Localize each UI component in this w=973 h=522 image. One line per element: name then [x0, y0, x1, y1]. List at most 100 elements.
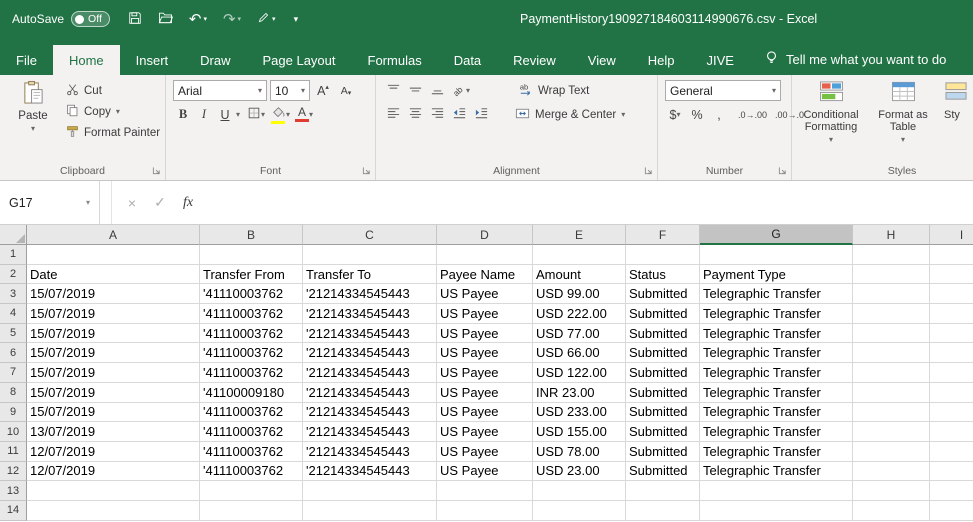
bold-button[interactable]: B	[173, 104, 193, 125]
tab-jive[interactable]: JIVE	[691, 45, 750, 75]
cell-H9[interactable]	[853, 403, 930, 423]
cell-H13[interactable]	[853, 481, 930, 501]
cell-H1[interactable]	[853, 245, 930, 265]
cell-G6[interactable]: Telegraphic Transfer	[700, 343, 853, 363]
cell-D11[interactable]: US Payee	[437, 442, 533, 462]
align-center-button[interactable]	[405, 104, 425, 125]
decrease-font-size-button[interactable]: A▾	[336, 80, 356, 101]
format-as-table-button[interactable]: Format as Table ▾	[868, 80, 938, 146]
tab-insert[interactable]: Insert	[120, 45, 185, 75]
cell-H11[interactable]	[853, 442, 930, 462]
cell-D13[interactable]	[437, 481, 533, 501]
cell-I8[interactable]	[930, 383, 973, 403]
cell-A12[interactable]: 12/07/2019	[27, 462, 200, 482]
cell-B1[interactable]	[200, 245, 303, 265]
cell-A2[interactable]: Date	[27, 265, 200, 285]
row-header-5[interactable]: 5	[0, 324, 27, 344]
tab-file[interactable]: File	[0, 45, 53, 75]
cell-I2[interactable]	[930, 265, 973, 285]
comma-style-button[interactable]: ,	[709, 104, 729, 125]
align-middle-button[interactable]	[405, 80, 425, 101]
row-header-10[interactable]: 10	[0, 422, 27, 442]
cell-D8[interactable]: US Payee	[437, 383, 533, 403]
font-size-select[interactable]: 10▾	[270, 80, 310, 101]
cell-I3[interactable]	[930, 284, 973, 304]
cell-G7[interactable]: Telegraphic Transfer	[700, 363, 853, 383]
cut-button[interactable]: Cut	[62, 80, 164, 101]
cell-E2[interactable]: Amount	[533, 265, 626, 285]
cell-I1[interactable]	[930, 245, 973, 265]
cell-E5[interactable]: USD 77.00	[533, 324, 626, 344]
cell-A3[interactable]: 15/07/2019	[27, 284, 200, 304]
cell-B5[interactable]: '41110003762	[200, 324, 303, 344]
cell-A10[interactable]: 13/07/2019	[27, 422, 200, 442]
cell-H2[interactable]	[853, 265, 930, 285]
cell-F4[interactable]: Submitted	[626, 304, 700, 324]
cell-G1[interactable]	[700, 245, 853, 265]
cell-E13[interactable]	[533, 481, 626, 501]
cell-B8[interactable]: '41100009180	[200, 383, 303, 403]
borders-button[interactable]: ▾	[245, 104, 267, 125]
cell-F11[interactable]: Submitted	[626, 442, 700, 462]
cell-D6[interactable]: US Payee	[437, 343, 533, 363]
cell-F5[interactable]: Submitted	[626, 324, 700, 344]
cell-I4[interactable]	[930, 304, 973, 324]
cell-C11[interactable]: '21214334545443	[303, 442, 437, 462]
cell-A13[interactable]	[27, 481, 200, 501]
cell-G5[interactable]: Telegraphic Transfer	[700, 324, 853, 344]
cell-C14[interactable]	[303, 501, 437, 521]
tab-data[interactable]: Data	[438, 45, 497, 75]
cell-G11[interactable]: Telegraphic Transfer	[700, 442, 853, 462]
cell-G13[interactable]	[700, 481, 853, 501]
cell-F1[interactable]	[626, 245, 700, 265]
cell-B13[interactable]	[200, 481, 303, 501]
wrap-text-button[interactable]: abWrap Text	[514, 80, 593, 101]
font-color-button[interactable]: A▾	[293, 104, 315, 125]
cell-H14[interactable]	[853, 501, 930, 521]
cell-F7[interactable]: Submitted	[626, 363, 700, 383]
enter-icon[interactable]: ✓	[146, 194, 174, 211]
qat-custom-button[interactable]: ▾	[249, 11, 284, 27]
redo-button[interactable]: ↷▾	[215, 12, 249, 27]
percent-style-button[interactable]: %	[687, 104, 707, 125]
cell-I10[interactable]	[930, 422, 973, 442]
row-header-3[interactable]: 3	[0, 284, 27, 304]
tab-draw[interactable]: Draw	[184, 45, 246, 75]
cell-A5[interactable]: 15/07/2019	[27, 324, 200, 344]
cell-A1[interactable]	[27, 245, 200, 265]
cell-E11[interactable]: USD 78.00	[533, 442, 626, 462]
copy-button[interactable]: Copy▾	[62, 101, 164, 122]
cell-B7[interactable]: '41110003762	[200, 363, 303, 383]
cell-C6[interactable]: '21214334545443	[303, 343, 437, 363]
tab-view[interactable]: View	[572, 45, 632, 75]
cell-B12[interactable]: '41110003762	[200, 462, 303, 482]
format-painter-button[interactable]: Format Painter	[62, 122, 164, 143]
align-left-button[interactable]	[383, 104, 403, 125]
row-header-2[interactable]: 2	[0, 265, 27, 285]
conditional-formatting-button[interactable]: Conditional Formatting ▾	[796, 80, 866, 146]
cell-D7[interactable]: US Payee	[437, 363, 533, 383]
cell-C12[interactable]: '21214334545443	[303, 462, 437, 482]
cell-E1[interactable]	[533, 245, 626, 265]
decrease-indent-button[interactable]	[449, 104, 469, 125]
cell-B4[interactable]: '41110003762	[200, 304, 303, 324]
increase-font-size-button[interactable]: A▴	[313, 80, 333, 101]
cell-D1[interactable]	[437, 245, 533, 265]
column-header-I[interactable]: I	[930, 225, 973, 245]
autosave-toggle[interactable]: AutoSave Off	[12, 11, 110, 27]
cell-B3[interactable]: '41110003762	[200, 284, 303, 304]
row-header-1[interactable]: 1	[0, 245, 27, 265]
column-header-B[interactable]: B	[200, 225, 303, 245]
cell-H12[interactable]	[853, 462, 930, 482]
cell-C2[interactable]: Transfer To	[303, 265, 437, 285]
cell-D3[interactable]: US Payee	[437, 284, 533, 304]
cell-A7[interactable]: 15/07/2019	[27, 363, 200, 383]
cell-H3[interactable]	[853, 284, 930, 304]
cell-C5[interactable]: '21214334545443	[303, 324, 437, 344]
insert-function-icon[interactable]: fx	[174, 195, 202, 211]
cell-F8[interactable]: Submitted	[626, 383, 700, 403]
row-header-4[interactable]: 4	[0, 304, 27, 324]
cell-I12[interactable]	[930, 462, 973, 482]
cell-E4[interactable]: USD 222.00	[533, 304, 626, 324]
column-header-D[interactable]: D	[437, 225, 533, 245]
